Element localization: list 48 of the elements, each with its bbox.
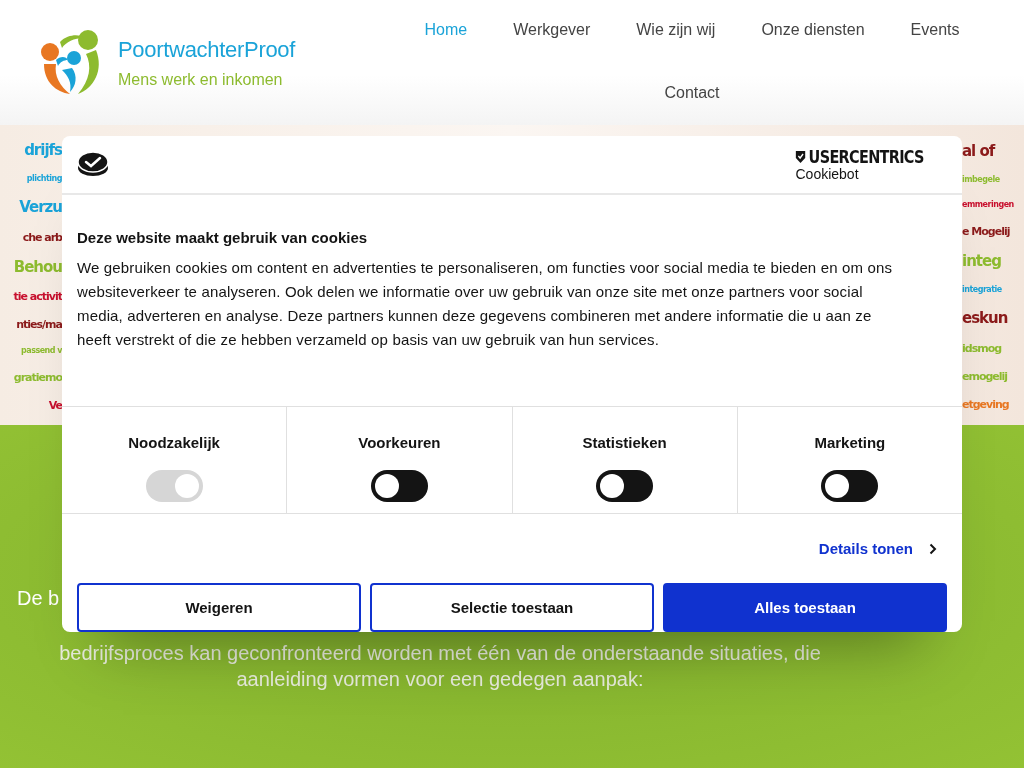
word-cloud-word: integ bbox=[962, 253, 1001, 269]
word-cloud-word: imbegele bbox=[962, 175, 1000, 184]
brand-tagline: Mens werk en inkomen bbox=[118, 70, 284, 89]
dialog-title: Deze website maakt gebruik van cookies bbox=[77, 228, 369, 246]
nav-link[interactable]: Werkgever bbox=[513, 0, 591, 63]
intro-text: aanleiding vormen voor een gedegen aanpak: bbox=[236, 667, 644, 692]
cookie-check-icon bbox=[77, 151, 109, 178]
word-cloud-word: idsmog bbox=[962, 343, 1002, 355]
consent-button[interactable]: Selectie toestaan bbox=[370, 583, 654, 632]
consent-button[interactable]: Weigeren bbox=[77, 583, 361, 632]
word-cloud-word: che arb bbox=[22, 231, 62, 243]
provider-name: USERCENTRICS bbox=[809, 146, 925, 167]
details-link[interactable]: Details tonen bbox=[818, 539, 937, 558]
cookie-description: We gebruiken cookies om content en advertenties te personaliseren, om functies voor social media te bieden en om ons websiteverkeer te analyseren. Ook delen we informatie over uw gebruik van onze site met onze partners voor social media, adverteren en analyse. Deze partners kunnen deze gegevens combineren met andere informatie die u aan ze heeft verstrekt of die ze hebben verzameld op basis van uw gebruik van hun services. bbox=[77, 257, 894, 350]
consent-category-label: Voorkeuren bbox=[358, 434, 441, 452]
word-cloud-word: tie activit bbox=[13, 291, 62, 303]
consent-category-label: Statistieken bbox=[582, 434, 667, 452]
word-cloud-word: plichting bbox=[26, 175, 62, 184]
nav-link[interactable]: Events bbox=[910, 0, 960, 63]
word-cloud-word: al of bbox=[962, 143, 995, 159]
consent-category-label: Noodzakelijk bbox=[128, 434, 220, 452]
word-cloud-word: integratie bbox=[962, 286, 1002, 294]
consent-toggle[interactable] bbox=[596, 470, 654, 503]
word-cloud-word: passend v bbox=[21, 346, 62, 355]
intro-text: bedrijfsproces kan geconfronteerd worden met één van de onderstaande situaties, die bbox=[59, 641, 821, 666]
word-cloud-word: emmeringen bbox=[962, 200, 1014, 209]
word-cloud-word: drijfs bbox=[24, 143, 62, 159]
word-cloud-word: Verzu bbox=[19, 200, 62, 215]
consent-toggle[interactable] bbox=[821, 470, 879, 503]
word-cloud-word: Behou bbox=[13, 259, 62, 275]
word-cloud-word: e Mogelij bbox=[962, 225, 1010, 237]
nav-link[interactable]: Contact bbox=[664, 62, 720, 125]
nav-link[interactable]: Wie zijn wij bbox=[636, 0, 716, 63]
word-cloud-word: emogelij bbox=[962, 371, 1008, 383]
chevron-right-icon bbox=[929, 542, 937, 555]
consent-category-label: Marketing bbox=[814, 434, 886, 452]
brand-name: PoortwachterProof bbox=[118, 36, 296, 63]
word-cloud-word: etgeving bbox=[962, 399, 1009, 411]
shield-check-icon bbox=[795, 149, 807, 164]
consent-toggle[interactable] bbox=[370, 470, 428, 503]
word-cloud-word: nties/ma bbox=[16, 319, 62, 331]
word-cloud-word: eskun bbox=[962, 311, 1008, 327]
provider-product: Cookiebot bbox=[795, 166, 860, 182]
intro-text: De b bbox=[16, 587, 60, 610]
word-cloud-word: Ve bbox=[48, 399, 62, 411]
nav-link[interactable]: Onze diensten bbox=[761, 0, 865, 63]
word-cloud-word: gratiemo bbox=[13, 371, 62, 383]
consent-button[interactable]: Alles toestaan bbox=[663, 583, 947, 632]
